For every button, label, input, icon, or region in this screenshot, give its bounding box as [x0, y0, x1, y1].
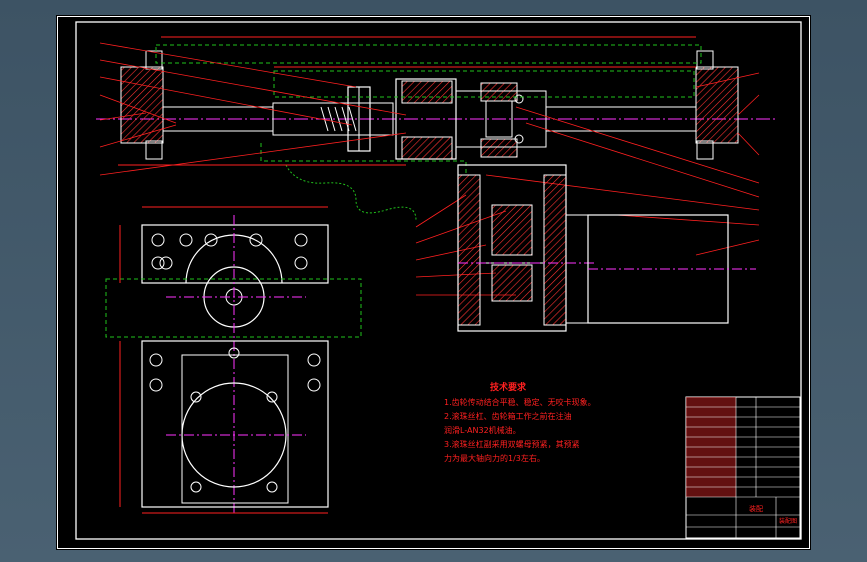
tech-note-3: 润滑L-AN32机械油。 — [444, 425, 521, 435]
stroke-envelope — [155, 44, 702, 64]
cad-viewport: 技术要求 1.齿轮传动结合平稳、稳定、无咬卡现象。 2.滚珠丝杠、齿轮箱工作之前… — [0, 0, 867, 562]
technical-requirements: 技术要求 1.齿轮传动结合平稳、稳定、无咬卡现象。 2.滚珠丝杠、齿轮箱工作之前… — [444, 381, 596, 463]
motor-housing — [141, 340, 329, 508]
tech-title: 技术要求 — [490, 381, 527, 393]
title-drawing-label: 装配图 — [779, 517, 797, 525]
assembly-drawing: 技术要求 1.齿轮传动结合平稳、稳定、无咬卡现象。 2.滚珠丝杠、齿轮箱工作之前… — [57, 16, 810, 549]
tech-note-4: 3.滚珠丝杠副采用双螺母预紧，其预紧 — [444, 439, 580, 449]
break-line — [285, 164, 417, 221]
title-name: 装配 — [749, 504, 763, 513]
front-view — [105, 206, 362, 515]
tech-note-2: 2.滚珠丝杠、齿轮箱工作之前在注油 — [444, 411, 572, 421]
title-block: 装配 装配图 — [685, 396, 801, 539]
gearbox-section — [457, 164, 756, 332]
top-view — [96, 36, 776, 221]
tech-note-1: 1.齿轮传动结合平稳、稳定、无咬卡现象。 — [444, 397, 596, 407]
right-bearing-block — [695, 66, 739, 144]
drawing-sheet: 技术要求 1.齿轮传动结合平稳、稳定、无咬卡现象。 2.滚珠丝杠、齿轮箱工作之前… — [56, 15, 811, 550]
motor-flange — [565, 214, 589, 324]
tech-note-5: 力为最大轴向力的1/3左右。 — [444, 453, 545, 463]
